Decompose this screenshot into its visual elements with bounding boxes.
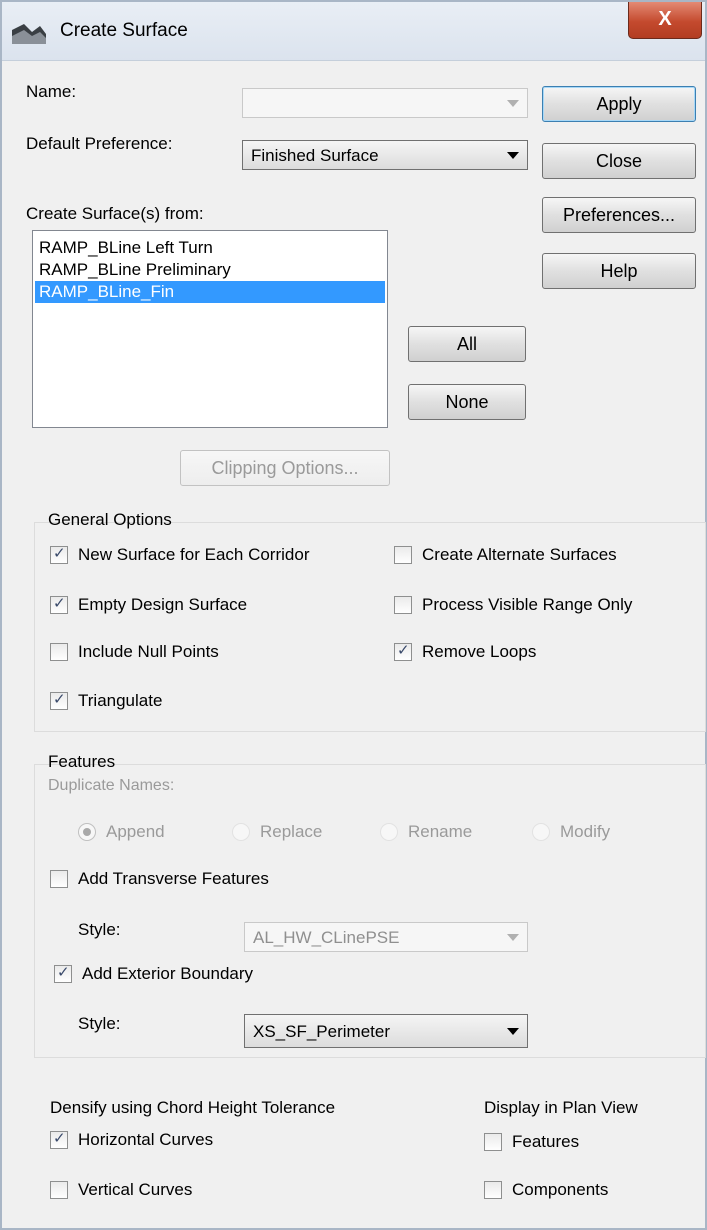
triangulate-checkbox[interactable]: ✓ [50, 691, 68, 710]
general-options-title: General Options [48, 510, 172, 529]
list-item[interactable]: RAMP_BLine Left Turn [39, 237, 213, 259]
check-icon: ✓ [53, 595, 66, 612]
create-surface-dialog: Create Surface X Name: Default Preferenc… [0, 0, 707, 1230]
list-item[interactable]: RAMP_BLine Preliminary [39, 259, 231, 281]
surface-source-list[interactable]: RAMP_BLine Left Turn RAMP_BLine Prelimin… [32, 230, 388, 428]
boundary-style-select[interactable]: XS_SF_Perimeter [244, 1014, 528, 1048]
append-label: Append [106, 822, 165, 841]
name-combobox[interactable] [242, 88, 528, 118]
radio-dot [83, 828, 91, 836]
close-button[interactable]: Close [542, 143, 696, 179]
transverse-style-label: Style: [78, 920, 121, 939]
duplicate-names-label: Duplicate Names: [48, 777, 175, 794]
title-bar[interactable]: Create Surface X [2, 2, 705, 61]
plan-view-features-label: Features [512, 1132, 580, 1151]
include-null-points-checkbox[interactable] [50, 643, 68, 661]
transverse-style-value: AL_HW_CLinePSE [253, 928, 400, 947]
check-icon: ✓ [53, 691, 66, 708]
append-radio[interactable] [78, 823, 96, 841]
replace-label: Replace [260, 822, 323, 841]
add-exterior-boundary-label: Add Exterior Boundary [82, 964, 254, 983]
modify-radio[interactable] [532, 823, 550, 841]
check-icon: ✓ [53, 545, 66, 562]
vertical-curves-label: Vertical Curves [78, 1180, 193, 1199]
preferences-button[interactable]: Preferences... [542, 197, 696, 233]
window-close-button[interactable]: X [628, 2, 702, 39]
process-visible-range-label: Process Visible Range Only [422, 595, 633, 614]
new-surface-each-corridor-checkbox[interactable]: ✓ [50, 545, 68, 564]
process-visible-range-checkbox[interactable] [394, 596, 412, 614]
chevron-down-icon [507, 100, 519, 107]
create-from-label: Create Surface(s) from: [26, 204, 204, 223]
include-null-points-label: Include Null Points [78, 642, 219, 661]
vertical-curves-checkbox[interactable] [50, 1181, 68, 1199]
rename-label: Rename [408, 822, 473, 841]
help-button[interactable]: Help [542, 253, 696, 289]
default-preference-select[interactable]: Finished Surface [242, 140, 528, 170]
remove-loops-checkbox[interactable]: ✓ [394, 642, 412, 661]
plan-view-features-checkbox[interactable] [484, 1133, 502, 1151]
add-transverse-features-label: Add Transverse Features [78, 869, 269, 888]
create-alternate-surfaces-label: Create Alternate Surfaces [422, 545, 617, 564]
check-icon: ✓ [53, 1130, 66, 1147]
triangulate-label: Triangulate [78, 691, 163, 710]
chevron-down-icon [507, 152, 519, 159]
plan-view-components-checkbox[interactable] [484, 1181, 502, 1199]
check-icon: ✓ [397, 642, 410, 659]
select-none-button[interactable]: None [408, 384, 526, 420]
transverse-style-select[interactable]: AL_HW_CLinePSE [244, 922, 528, 952]
list-item-selected[interactable]: RAMP_BLine_Fin [35, 281, 385, 303]
window-title: Create Surface [60, 20, 188, 41]
create-alternate-surfaces-checkbox[interactable] [394, 546, 412, 564]
empty-design-surface-label: Empty Design Surface [78, 595, 248, 614]
horizontal-curves-checkbox[interactable]: ✓ [50, 1130, 68, 1149]
chevron-down-icon [507, 934, 519, 941]
apply-button[interactable]: Apply [542, 86, 696, 122]
default-preference-label: Default Preference: [26, 134, 173, 153]
default-preference-value: Finished Surface [251, 146, 379, 165]
empty-design-surface-checkbox[interactable]: ✓ [50, 595, 68, 614]
select-all-button[interactable]: All [408, 326, 526, 362]
remove-loops-label: Remove Loops [422, 642, 537, 661]
clipping-options-button[interactable]: Clipping Options... [180, 450, 390, 486]
rename-radio[interactable] [380, 823, 398, 841]
densify-title: Densify using Chord Height Tolerance [50, 1098, 336, 1117]
add-transverse-features-checkbox[interactable] [50, 870, 68, 888]
boundary-style-label: Style: [78, 1014, 121, 1033]
plan-view-title: Display in Plan View [484, 1098, 638, 1117]
check-icon: ✓ [57, 964, 70, 981]
name-label: Name: [26, 82, 77, 101]
replace-radio[interactable] [232, 823, 250, 841]
new-surface-each-corridor-label: New Surface for Each Corridor [78, 545, 310, 564]
chevron-down-icon [507, 1028, 519, 1035]
boundary-style-value: XS_SF_Perimeter [253, 1022, 390, 1041]
features-title: Features [48, 752, 116, 771]
add-exterior-boundary-checkbox[interactable]: ✓ [54, 964, 72, 983]
modify-label: Modify [560, 822, 611, 841]
surface-app-icon [12, 24, 46, 44]
plan-view-components-label: Components [512, 1180, 609, 1199]
horizontal-curves-label: Horizontal Curves [78, 1130, 214, 1149]
